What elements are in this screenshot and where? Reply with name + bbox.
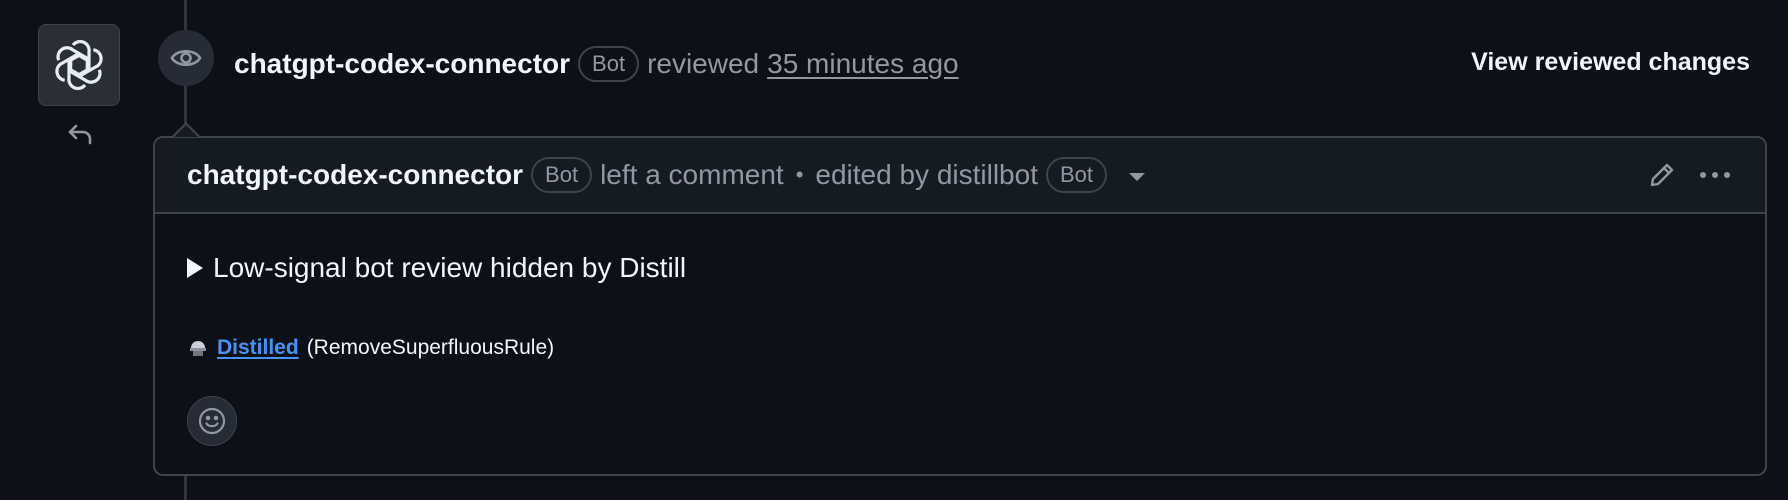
timeline-line-top (184, 0, 187, 30)
details-summary-text: Low-signal bot review hidden by Distill (213, 252, 687, 283)
distilled-note: Distilled (RemoveSuperfluousRule) (187, 336, 1765, 360)
comment-body: Low-signal bot review hidden by Distill … (155, 214, 1765, 446)
kebab-horizontal-icon[interactable] (1699, 170, 1731, 180)
separator-dot: • (795, 162, 804, 187)
distill-flask-icon (190, 341, 206, 356)
comment-card: chatgpt-codex-connector Bot left a comme… (153, 136, 1767, 476)
distilled-link[interactable]: Distilled (217, 336, 299, 360)
comment-pointer-fill (174, 125, 198, 137)
add-reaction-button[interactable] (187, 396, 237, 446)
eye-icon (170, 49, 202, 67)
pencil-icon[interactable] (1647, 160, 1677, 190)
edited-by-text[interactable]: edited by distillbot (815, 159, 1038, 191)
review-author-bot-badge: Bot (578, 46, 640, 82)
triangle-right-icon (187, 258, 203, 278)
review-action-text: reviewed (647, 48, 760, 79)
details-summary[interactable]: Low-signal bot review hidden by Distill (187, 252, 1765, 284)
distilled-rule-text: (RemoveSuperfluousRule) (306, 336, 555, 359)
triangle-down-icon[interactable] (1129, 173, 1146, 181)
reply-arrow-icon[interactable] (64, 118, 96, 150)
smiley-icon (198, 407, 226, 435)
review-timestamp-link[interactable]: 35 minutes ago (767, 48, 958, 80)
review-author-link[interactable]: chatgpt-codex-connector (234, 48, 570, 80)
comment-header: chatgpt-codex-connector Bot left a comme… (155, 138, 1765, 214)
comment-author-link[interactable]: chatgpt-codex-connector (187, 159, 523, 191)
review-header: chatgpt-codex-connector Bot reviewed 35 … (234, 40, 959, 88)
view-reviewed-changes-button[interactable]: View reviewed changes (1471, 48, 1750, 77)
comment-actions (1647, 138, 1731, 212)
timeline-line-bottom (184, 476, 187, 500)
avatar[interactable] (38, 24, 120, 106)
timeline-line-middle (184, 86, 187, 126)
comment-author-bot-badge: Bot (531, 157, 593, 193)
comment-action-text: left a comment (600, 159, 784, 190)
editor-bot-badge: Bot (1045, 157, 1108, 193)
review-state-badge (158, 30, 214, 86)
openai-logo-icon (55, 39, 103, 91)
